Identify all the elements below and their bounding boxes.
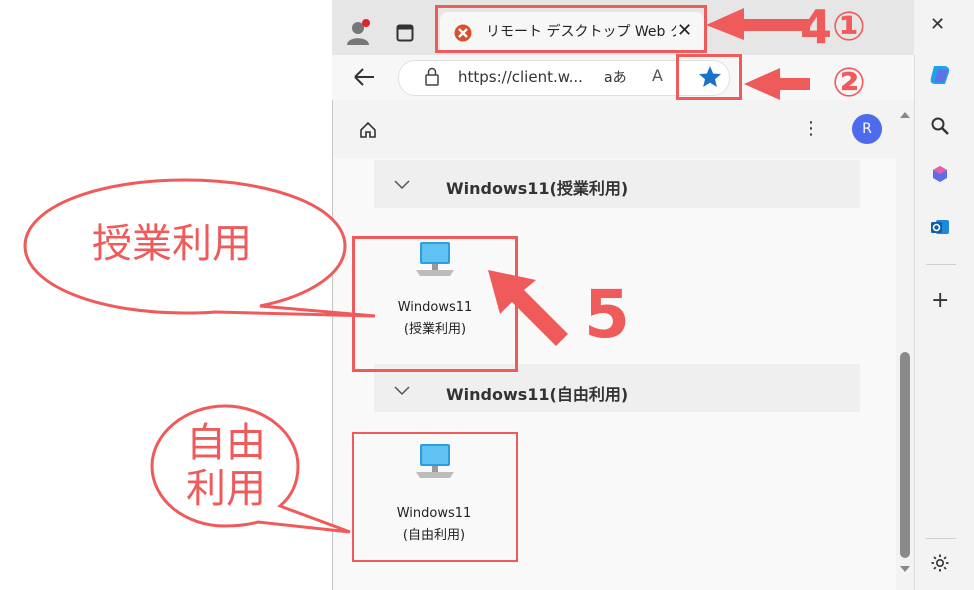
scrollbar-thumb[interactable] [900,352,910,558]
add-icon[interactable]: + [931,288,949,313]
copilot-icon[interactable] [928,62,954,88]
arrow-step5-icon [488,270,568,346]
group-title: Windows11(授業利用) [446,179,629,198]
scroll-down-icon[interactable] [900,566,910,574]
read-aloud-icon[interactable]: aあ [604,67,627,87]
star-highlight-box [676,54,742,100]
step2-circle: ② [832,60,866,106]
arrow-step2-icon [744,68,810,100]
outlook-icon[interactable] [930,218,950,236]
chevron-down-icon[interactable] [394,386,410,396]
back-arrow-icon[interactable] [352,66,376,88]
group-title: Windows11(自由利用) [446,385,629,404]
callout-text-class-use: 授業利用 [92,221,252,267]
sidebar-divider [926,264,956,265]
sidebar-divider [926,538,956,539]
scroll-up-icon[interactable] [900,110,910,118]
more-options-icon[interactable]: ⋮ [802,118,820,139]
tab-highlight-box [435,5,707,53]
search-icon[interactable] [930,116,950,136]
settings-gear-icon[interactable] [930,553,950,573]
user-avatar[interactable]: R [852,114,882,144]
step5-label: 5 [584,276,630,353]
callout-text-free-line2: 利用 [186,466,266,512]
m365-icon[interactable] [931,165,949,183]
url-text[interactable]: https://client.w... [458,68,583,86]
step1-circle: ① [832,4,866,50]
text-size-icon[interactable]: A [652,66,663,85]
home-icon[interactable] [358,120,378,140]
lock-icon[interactable] [424,67,440,87]
window-close-icon[interactable]: ✕ [930,14,945,35]
step4-label: 4 [800,0,833,54]
chevron-down-icon[interactable] [394,180,410,190]
tab-actions-icon[interactable] [396,24,414,42]
arrow-step4-icon [706,8,810,40]
card2-highlight-box [352,432,518,562]
profile-icon[interactable] [344,18,372,46]
callout-text-free-line1: 自由 [186,420,266,466]
